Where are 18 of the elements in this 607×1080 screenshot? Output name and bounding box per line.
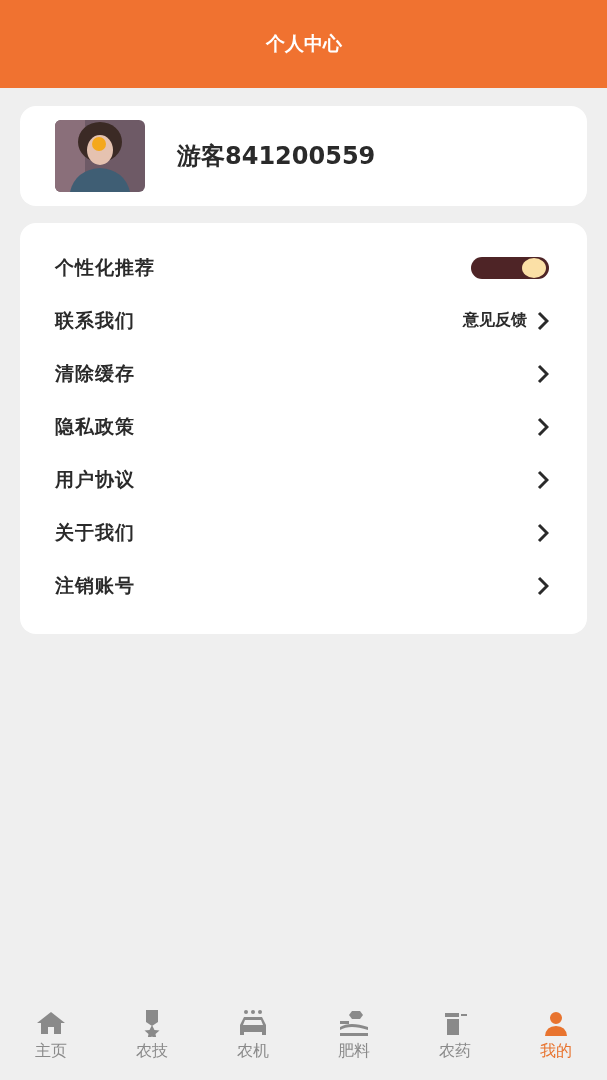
- chevron-right-icon: [537, 416, 549, 437]
- setting-label[interactable]: 联系我们: [55, 307, 135, 334]
- page-title: 个人中心: [265, 31, 342, 56]
- user-name: 游客841200559: [177, 141, 376, 172]
- chevron-right-icon: [537, 575, 549, 596]
- setting-label[interactable]: 个性化推荐: [55, 254, 155, 281]
- setting-label[interactable]: 用户协议: [55, 466, 135, 493]
- toggle-switch[interactable]: [471, 256, 549, 279]
- setting-label[interactable]: 关于我们: [55, 519, 135, 546]
- chevron-right-icon: [537, 469, 549, 490]
- setting-label[interactable]: 注销账号: [55, 572, 135, 599]
- layers-icon: [338, 1008, 371, 1037]
- chevron-right-icon: [537, 522, 549, 543]
- setting-value: 意见反馈: [463, 310, 527, 331]
- chevron-right-icon: [537, 363, 549, 384]
- setting-label[interactable]: 清除缓存: [55, 360, 135, 387]
- chevron-right-icon: [537, 310, 549, 331]
- setting-label[interactable]: 隐私政策: [55, 413, 135, 440]
